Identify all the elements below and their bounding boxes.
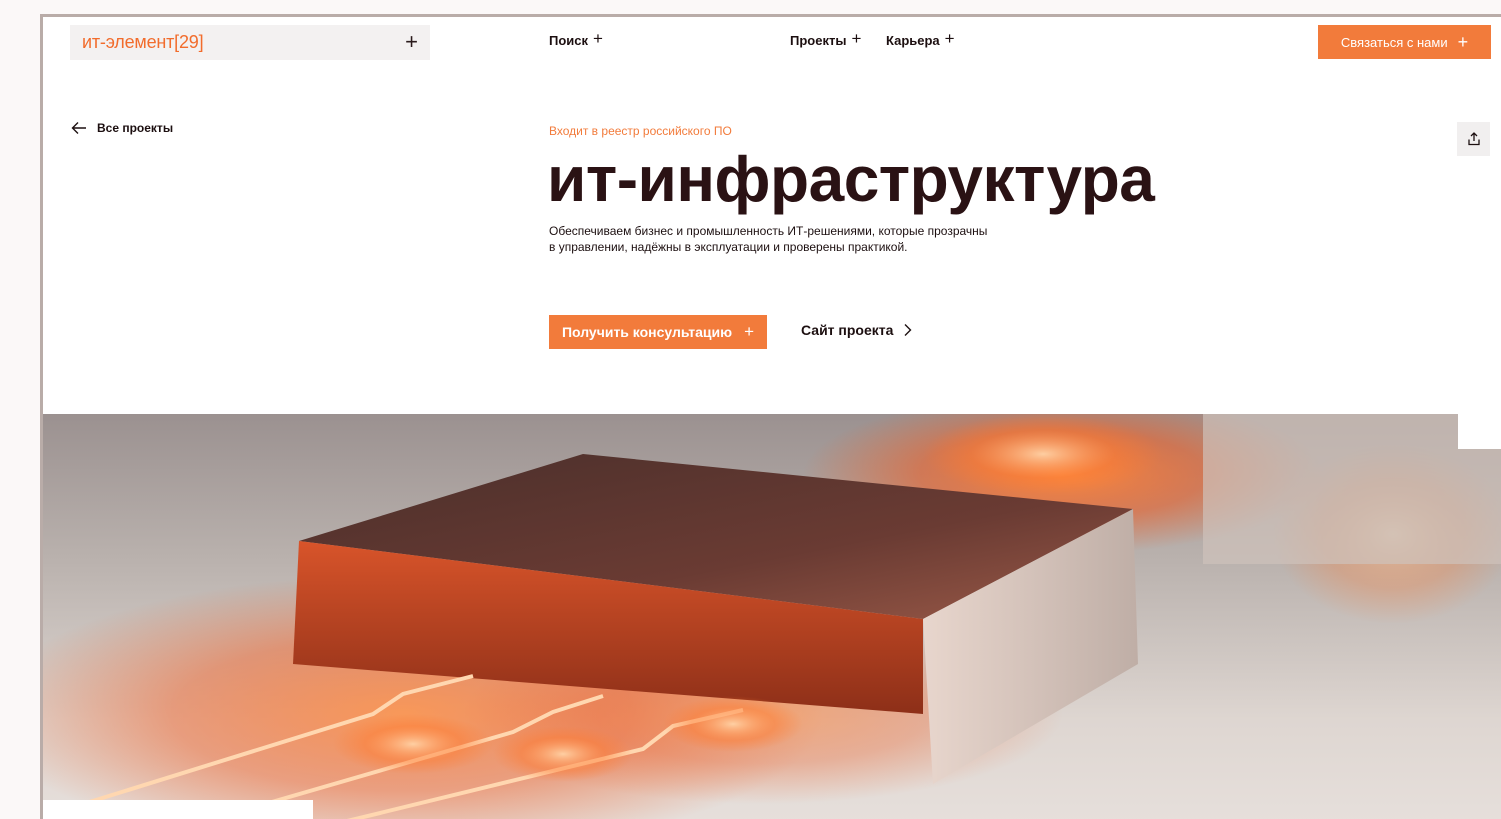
logo-bar[interactable]: ит-элемент[29] + <box>70 25 430 60</box>
site-link-label: Сайт проекта <box>801 322 894 338</box>
page-title: ит-инфраструктура <box>547 143 1155 215</box>
logo[interactable]: ит-элемент[29] <box>82 32 204 53</box>
back-to-projects-link[interactable]: Все проекты <box>71 121 173 135</box>
share-button[interactable] <box>1457 122 1490 156</box>
plus-icon: + <box>744 322 755 341</box>
hero-image <box>43 414 1501 819</box>
plus-icon: + <box>1457 32 1469 52</box>
page-frame: ит-элемент[29] + Поиск + Проекты + Карье… <box>40 14 1501 819</box>
chip-illustration <box>43 414 1501 819</box>
consult-button-label: Получить консультацию <box>561 324 733 340</box>
contact-button-label: Связаться с нами <box>1340 34 1448 50</box>
project-site-link[interactable]: Сайт проекта <box>801 322 913 338</box>
nav-item-projects[interactable]: Проекты + <box>790 29 862 48</box>
get-consultation-button[interactable]: Получить консультацию + <box>549 315 767 349</box>
image-corner-tab <box>1458 414 1501 449</box>
share-icon <box>1467 132 1480 146</box>
logo-plus-icon[interactable]: + <box>405 30 418 54</box>
contact-button[interactable]: Связаться с нами + <box>1318 25 1491 59</box>
back-link-label: Все проекты <box>97 121 174 135</box>
plus-icon: + <box>944 29 955 48</box>
chevron-right-icon <box>904 324 912 336</box>
nav-item-label: Карьера <box>886 33 940 48</box>
nav-item-search[interactable]: Поиск + <box>549 29 603 48</box>
arrow-left-icon <box>71 122 86 134</box>
nav-item-label: Поиск <box>549 33 589 48</box>
registry-label: Входит в реестр российского ПО <box>549 124 732 138</box>
hero-description: Обеспечиваем бизнес и промышленность ИТ-… <box>549 224 988 254</box>
nav-item-career[interactable]: Карьера + <box>886 29 955 48</box>
image-bottom-tab <box>43 800 313 819</box>
nav-item-label: Проекты <box>790 33 847 48</box>
plus-icon: + <box>851 29 862 48</box>
plus-icon: + <box>593 29 603 48</box>
